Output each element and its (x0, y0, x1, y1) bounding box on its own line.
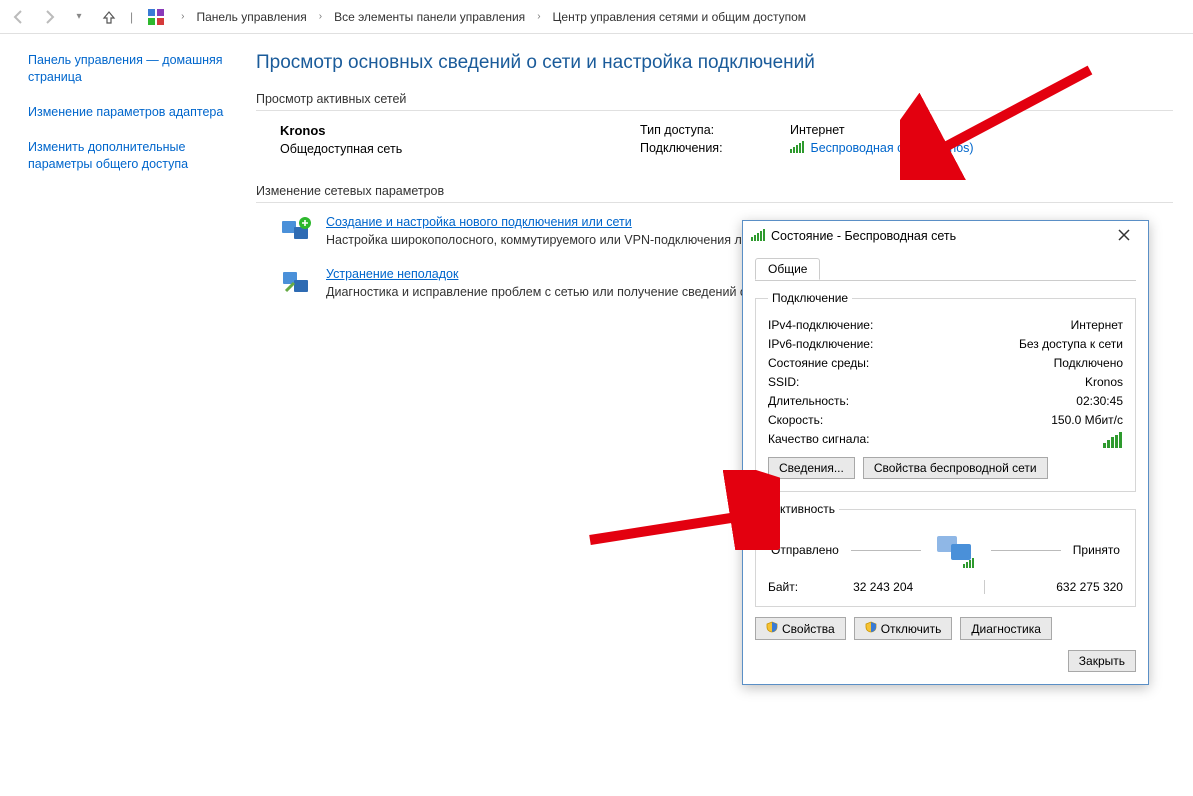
nav-back-button[interactable] (6, 4, 32, 30)
dialog-title: Состояние - Беспроводная сеть (771, 229, 1102, 243)
ipv6-value: Без доступа к сети (1019, 337, 1123, 351)
dialog-titlebar[interactable]: Состояние - Беспроводная сеть (743, 221, 1148, 251)
sidebar-sharing-link[interactable]: Изменить дополнительные параметры общего… (28, 139, 234, 173)
shield-icon (865, 621, 877, 636)
bytes-label: Байт: (768, 580, 798, 594)
properties-button[interactable]: Свойства (755, 617, 846, 640)
shield-icon (766, 621, 778, 636)
change-settings-label: Изменение сетевых параметров (256, 184, 1173, 198)
bytes-sent-value: 32 243 204 (853, 580, 913, 594)
access-type-value: Интернет (790, 123, 845, 137)
activity-group-label: Активность (768, 502, 839, 516)
divider (256, 202, 1173, 203)
address-separator: | (126, 10, 137, 24)
breadcrumb-leaf[interactable]: Центр управления сетями и общим доступом (551, 8, 809, 26)
duration-label: Длительность: (768, 394, 849, 408)
ssid-label: SSID: (768, 375, 799, 389)
bytes-received-value: 632 275 320 (1056, 580, 1123, 594)
speed-value: 150.0 Мбит/с (1051, 413, 1123, 427)
troubleshoot-link[interactable]: Устранение неполадок (326, 267, 458, 281)
sent-label: Отправлено (771, 543, 839, 557)
activity-group: Активность Отправлено Принято (755, 502, 1136, 607)
wireless-properties-button[interactable]: Свойства беспроводной сети (863, 457, 1048, 479)
ipv6-label: IPv6-подключение: (768, 337, 873, 351)
troubleshoot-icon (280, 267, 312, 299)
media-state-value: Подключено (1054, 356, 1123, 370)
connection-group: Подключение IPv4-подключение: Интернет IP… (755, 291, 1136, 492)
connection-group-label: Подключение (768, 291, 852, 305)
nav-recent-dropdown[interactable]: ▾ (66, 4, 92, 30)
sidebar-home-link[interactable]: Панель управления — домашняя страница (28, 52, 234, 86)
address-bar: ▾ | › Панель управления › Все элементы п… (0, 0, 1193, 34)
active-networks-label: Просмотр активных сетей (256, 92, 1173, 106)
page-title: Просмотр основных сведений о сети и наст… (256, 52, 1173, 74)
duration-value: 02:30:45 (1076, 394, 1123, 408)
dash (851, 550, 921, 551)
ssid-value: Kronos (1085, 375, 1123, 389)
diagnostics-button[interactable]: Диагностика (960, 617, 1052, 640)
nav-forward-button[interactable] (36, 4, 62, 30)
sidebar-adapter-link[interactable]: Изменение параметров адаптера (28, 104, 234, 121)
active-network-block: Kronos Общедоступная сеть Тип доступа: И… (256, 123, 1173, 160)
properties-button-label: Свойства (782, 622, 835, 636)
ipv4-value: Интернет (1071, 318, 1123, 332)
tabstrip: Общие (755, 257, 1136, 281)
wireless-status-dialog: Состояние - Беспроводная сеть Общие Подк… (742, 220, 1149, 685)
signal-quality-label: Качество сигнала: (768, 432, 869, 451)
received-label: Принято (1073, 543, 1120, 557)
tab-general[interactable]: Общие (755, 258, 820, 280)
chevron-right-icon[interactable]: › (531, 11, 546, 22)
chevron-right-icon[interactable]: › (313, 11, 328, 22)
breadcrumb-mid[interactable]: Все элементы панели управления (332, 8, 527, 26)
sidebar: Панель управления — домашняя страница Из… (0, 34, 248, 796)
close-dialog-button[interactable]: Закрыть (1068, 650, 1136, 672)
chevron-right-icon[interactable]: › (175, 11, 190, 22)
new-connection-icon (280, 215, 312, 247)
control-panel-icon (147, 8, 165, 26)
wifi-signal-icon (790, 141, 804, 156)
disable-button-label: Отключить (881, 622, 942, 636)
network-name: Kronos (280, 123, 580, 138)
disable-button[interactable]: Отключить (854, 617, 953, 640)
ipv4-label: IPv4-подключение: (768, 318, 873, 332)
wifi-signal-icon (751, 229, 765, 244)
connection-link[interactable]: Беспроводная сеть (Kronos) (810, 141, 973, 155)
signal-quality-icon (1103, 432, 1123, 451)
media-state-label: Состояние среды: (768, 356, 869, 370)
network-activity-icon (933, 530, 979, 570)
create-connection-link[interactable]: Создание и настройка нового подключения … (326, 215, 632, 229)
nav-up-button[interactable] (96, 4, 122, 30)
close-button[interactable] (1108, 228, 1140, 244)
separator (984, 580, 985, 594)
details-button[interactable]: Сведения... (768, 457, 855, 479)
dash (991, 550, 1061, 551)
network-profile: Общедоступная сеть (280, 142, 580, 156)
speed-label: Скорость: (768, 413, 823, 427)
divider (256, 110, 1173, 111)
access-type-label: Тип доступа: (640, 123, 750, 137)
breadcrumb-root[interactable]: Панель управления (194, 8, 308, 26)
connections-label: Подключения: (640, 141, 750, 156)
